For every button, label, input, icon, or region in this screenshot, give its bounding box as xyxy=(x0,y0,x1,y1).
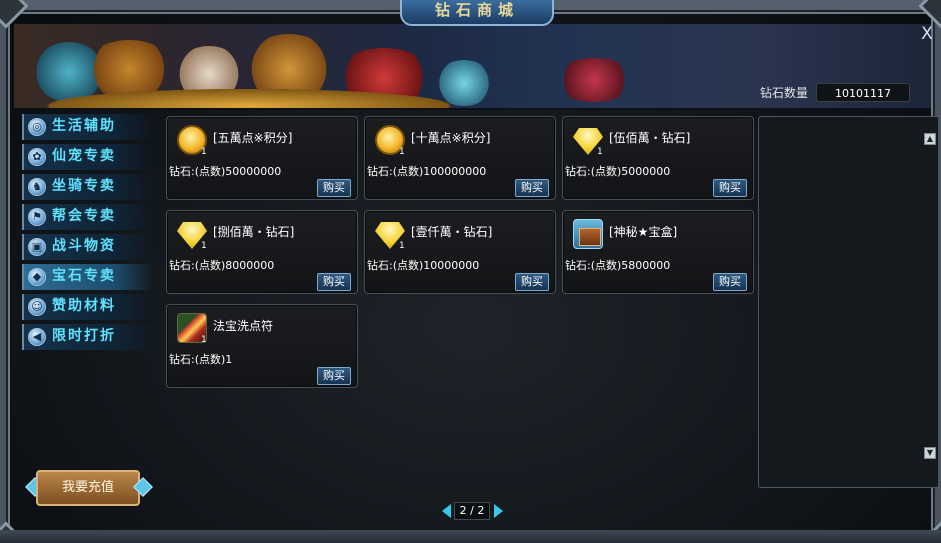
sidebar-item-battle-supplies[interactable]: ▣ 战斗物资 xyxy=(22,234,154,260)
buy-button[interactable]: 购买 xyxy=(515,273,549,291)
buy-button[interactable]: 购买 xyxy=(713,179,747,197)
item-quantity: 1 xyxy=(597,147,603,157)
shop-window: 钻石商城 X 钻石数量 10101117 ◎ 生活辅助 ✿ 仙宠专卖 ♞ 坐骑专… xyxy=(0,0,941,543)
recharge-button[interactable]: 我要充值 xyxy=(36,470,140,506)
sidebar-item-label: 帮会专卖 xyxy=(52,208,116,224)
shop-item-card: 1 法宝洗点符 钻石:(点数)1 购买 xyxy=(166,304,358,388)
sidebar-item-sponsor-materials[interactable]: ☺ 赞助材料 xyxy=(22,294,154,320)
buy-button[interactable]: 购买 xyxy=(317,179,351,197)
box-icon: ▣ xyxy=(28,238,46,256)
sidebar-item-gem-shop[interactable]: ◆ 宝石专卖 xyxy=(22,264,154,290)
item-name: [十萬点※积分] xyxy=(411,131,491,145)
shop-item-card: 1 [捌佰萬・钻石] 钻石:(点数)8000000 购买 xyxy=(166,210,358,294)
item-quantity: 1 xyxy=(201,147,207,157)
close-icon[interactable]: X xyxy=(918,25,936,43)
item-quantity: 1 xyxy=(399,147,405,157)
scroll-up-icon[interactable]: ▲ xyxy=(924,133,936,145)
gem-icon: ◆ xyxy=(28,268,46,286)
sidebar-item-label: 宝石专卖 xyxy=(52,268,116,284)
sidebar-item-label: 战斗物资 xyxy=(52,238,116,254)
sidebar-item-mount-shop[interactable]: ♞ 坐骑专卖 xyxy=(22,174,154,200)
item-name: 法宝洗点符 xyxy=(213,319,274,333)
item-price: 钻石:(点数)5800000 xyxy=(565,259,671,272)
shop-item-card: [神秘★宝盒] 钻石:(点数)5800000 购买 xyxy=(562,210,754,294)
sidebar-item-label: 赞助材料 xyxy=(52,298,116,314)
item-price: 钻石:(点数)50000000 xyxy=(169,165,282,178)
sidebar-item-label: 坐骑专卖 xyxy=(52,178,116,194)
flag-icon: ⚑ xyxy=(28,208,46,226)
buy-button[interactable]: 购买 xyxy=(713,273,747,291)
diamond-balance-value: 10101117 xyxy=(816,83,910,102)
item-quantity: 1 xyxy=(201,335,207,345)
sidebar-item-label: 限时打折 xyxy=(52,328,116,344)
paw-icon: ✿ xyxy=(28,148,46,166)
shop-item-card: 1 [五萬点※积分] 钻石:(点数)50000000 购买 xyxy=(166,116,358,200)
item-price: 钻石:(点数)1 xyxy=(169,353,233,366)
item-name: [伍佰萬・钻石] xyxy=(609,131,691,145)
sidebar-item-life-assist[interactable]: ◎ 生活辅助 xyxy=(22,114,154,140)
sidebar-item-label: 生活辅助 xyxy=(52,118,116,134)
item-name: [神秘★宝盒] xyxy=(609,225,678,239)
item-price: 钻石:(点数)5000000 xyxy=(565,165,671,178)
scroll-down-icon[interactable]: ▼ xyxy=(924,447,936,459)
sidebar-item-time-limited-sale[interactable]: ◀ 限时打折 xyxy=(22,324,154,350)
horn-icon: ◀ xyxy=(28,328,46,346)
sidebar-item-guild-shop[interactable]: ⚑ 帮会专卖 xyxy=(22,204,154,230)
shop-item-card: 1 [十萬点※积分] 钻石:(点数)100000000 购买 xyxy=(364,116,556,200)
shop-item-card: 1 [壹仟萬・钻石] 钻石:(点数)10000000 购买 xyxy=(364,210,556,294)
next-page-icon[interactable] xyxy=(494,504,503,518)
item-name: [五萬点※积分] xyxy=(213,131,293,145)
sidebar-item-label: 仙宠专卖 xyxy=(52,148,116,164)
diamond-balance-label: 钻石数量 xyxy=(760,86,809,100)
item-name: [壹仟萬・钻石] xyxy=(411,225,493,239)
sidebar-item-pet-shop[interactable]: ✿ 仙宠专卖 xyxy=(22,144,154,170)
item-price: 钻石:(点数)100000000 xyxy=(367,165,487,178)
buy-button[interactable]: 购买 xyxy=(317,367,351,385)
item-name: [捌佰萬・钻石] xyxy=(213,225,295,239)
detail-panel[interactable]: ▲ ▼ xyxy=(758,116,939,488)
window-bottom-border xyxy=(0,530,941,543)
category-sidebar: ◎ 生活辅助 ✿ 仙宠专卖 ♞ 坐骑专卖 ⚑ 帮会专卖 ▣ 战斗物资 ◆ 宝石专… xyxy=(22,114,162,354)
item-price: 钻石:(点数)10000000 xyxy=(367,259,480,272)
compass-icon: ◎ xyxy=(28,118,46,136)
item-price: 钻石:(点数)8000000 xyxy=(169,259,275,272)
treasure-chest-icon xyxy=(573,219,603,249)
shop-item-card: 1 [伍佰萬・钻石] 钻石:(点数)5000000 购买 xyxy=(562,116,754,200)
item-quantity: 1 xyxy=(201,241,207,251)
buy-button[interactable]: 购买 xyxy=(317,273,351,291)
window-title: 钻石商城 xyxy=(400,0,554,26)
person-icon: ☺ xyxy=(28,298,46,316)
item-quantity: 1 xyxy=(399,241,405,251)
horse-icon: ♞ xyxy=(28,178,46,196)
prev-page-icon[interactable] xyxy=(442,504,451,518)
recharge-button-wrap: 我要充值 xyxy=(25,466,153,510)
page-indicator: 2 / 2 xyxy=(454,502,490,520)
buy-button[interactable]: 购买 xyxy=(515,179,549,197)
